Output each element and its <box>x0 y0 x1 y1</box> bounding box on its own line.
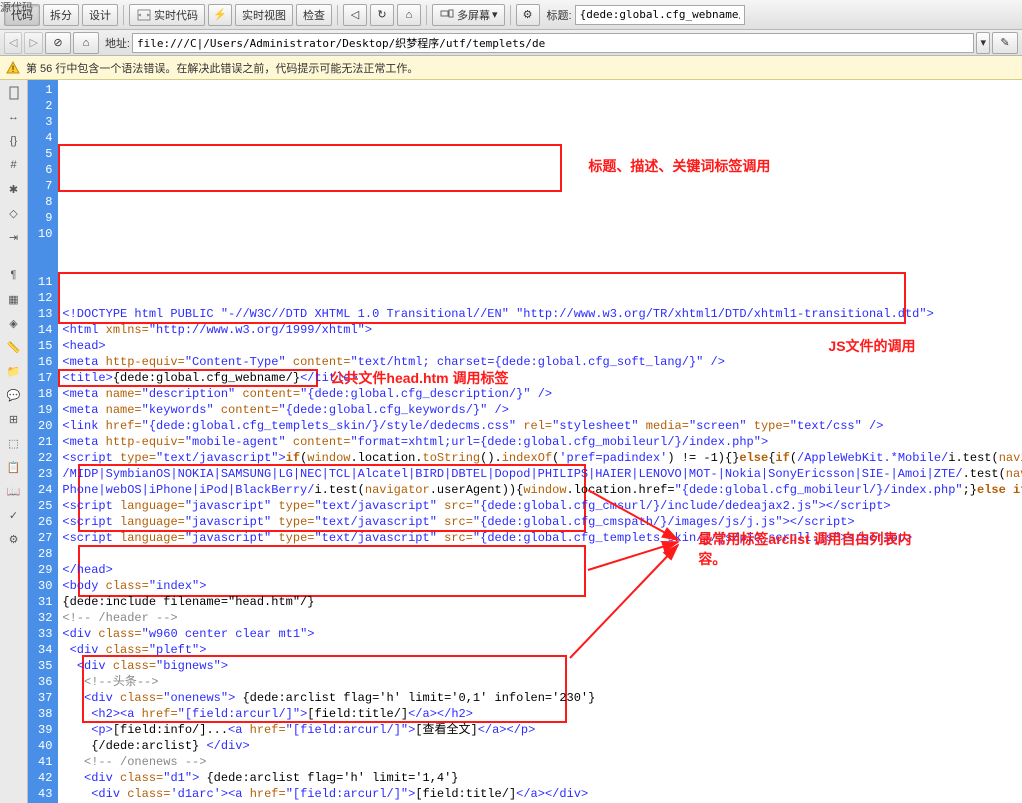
live-code-toggle[interactable]: ⚡ <box>208 4 232 26</box>
addr-dropdown[interactable]: ▾ <box>976 32 990 54</box>
css-icon[interactable]: ⬚ <box>4 434 24 452</box>
annotation-label-4: 最常用标签arclist 调用自由列表内容。 <box>698 530 918 569</box>
separator <box>123 5 124 25</box>
annotation-label-3: 公共文件head.htm 调用标签 <box>330 370 508 386</box>
wrap-icon[interactable]: ¶ <box>4 266 24 284</box>
document-title-field[interactable] <box>575 5 745 25</box>
live-code-icon <box>136 7 152 23</box>
design-view-button[interactable]: 设计 <box>82 4 118 26</box>
file-icon[interactable] <box>4 84 24 102</box>
addr-go-button[interactable]: ✎ <box>992 32 1018 54</box>
home-icon: ⌂ <box>78 35 94 51</box>
main-toolbar: 代码 拆分 设计 实时代码 ⚡ 实时视图 检查 ◁ ↻ ⌂ 多屏幕 ▾ ⚙ 标题… <box>0 0 1022 30</box>
indent-icon[interactable]: ⇥ <box>4 228 24 246</box>
options-button[interactable]: ⚙ <box>516 4 540 26</box>
hash-icon[interactable]: # <box>4 156 24 174</box>
address-label: 地址: <box>105 35 130 51</box>
nav-back-button[interactable]: ◁ <box>343 4 367 26</box>
multiscreen-icon <box>439 7 455 23</box>
annotation-label-1: 标题、描述、关键词标签调用 <box>588 158 770 174</box>
settings-icon[interactable]: ⚙ <box>4 530 24 548</box>
warning-bar: ! 第 56 行中包含一个语法错误。在解决此错误之前，代码提示可能无法正常工作。 <box>0 56 1022 80</box>
lightning-icon: ⚡ <box>212 7 228 23</box>
home-button[interactable]: ⌂ <box>397 4 421 26</box>
home-icon: ⌂ <box>401 7 417 23</box>
folder-icon[interactable]: 📁 <box>4 362 24 380</box>
home2-button[interactable]: ⌂ <box>73 32 99 54</box>
braces-icon[interactable]: {} <box>4 132 24 150</box>
annotation-label-2: JS文件的调用 <box>828 338 915 354</box>
clipboard-icon[interactable]: 📋 <box>4 458 24 476</box>
title-label: 标题: <box>547 7 572 23</box>
comment-icon[interactable]: ◈ <box>4 314 24 332</box>
back-icon: ◁ <box>347 7 363 23</box>
refresh-button[interactable]: ↻ <box>370 4 394 26</box>
nav-back2-button[interactable]: ◁ <box>4 32 22 54</box>
highlight-icon[interactable]: ▦ <box>4 290 24 308</box>
separator <box>426 5 427 25</box>
multiscreen-button[interactable]: 多屏幕 ▾ <box>432 4 505 26</box>
star-icon[interactable]: ✱ <box>4 180 24 198</box>
warning-text: 第 56 行中包含一个语法错误。在解决此错误之前，代码提示可能无法正常工作。 <box>26 60 418 76</box>
nav-fwd-button[interactable]: ▷ <box>24 32 42 54</box>
split-view-button[interactable]: 拆分 <box>43 4 79 26</box>
vertical-toolbar: ↔ {} # ✱ ◇ ⇥ ¶ ▦ ◈ 📏 📁 💬 ⊞ ⬚ 📋 📖 ✓ ⚙ <box>0 80 28 803</box>
address-bar: ◁ ▷ ⊘ ⌂ 地址: ▾ ✎ <box>0 30 1022 56</box>
separator <box>510 5 511 25</box>
pencil-icon: ✎ <box>997 35 1013 51</box>
validate-icon[interactable]: ✓ <box>4 506 24 524</box>
code-editor[interactable]: 1234567891011121314151617181920212223242… <box>28 80 1022 803</box>
collapse-icon[interactable]: ↔ <box>4 108 24 126</box>
format-icon[interactable]: ⊞ <box>4 410 24 428</box>
warning-icon: ! <box>6 61 20 75</box>
live-code-button[interactable]: 实时代码 <box>129 4 205 26</box>
book-icon[interactable]: 📖 <box>4 482 24 500</box>
annotation-box-1 <box>58 144 562 192</box>
main-area: ↔ {} # ✱ ◇ ⇥ ¶ ▦ ◈ 📏 📁 💬 ⊞ ⬚ 📋 📖 ✓ ⚙ 123… <box>0 80 1022 803</box>
gear-icon: ⚙ <box>520 7 536 23</box>
inspect-button[interactable]: 检查 <box>296 4 332 26</box>
separator <box>337 5 338 25</box>
refresh-icon: ↻ <box>374 7 390 23</box>
source-tab-label: 源代码 <box>0 0 33 15</box>
stop-button[interactable]: ⊘ <box>45 32 71 54</box>
live-view-button[interactable]: 实时视图 <box>235 4 293 26</box>
ruler-icon[interactable]: 📏 <box>4 338 24 356</box>
line-numbers: 1234567891011121314151617181920212223242… <box>28 80 58 803</box>
address-field[interactable] <box>132 33 974 53</box>
tag-icon[interactable]: ◇ <box>4 204 24 222</box>
svg-text:!: ! <box>12 64 15 74</box>
code-content[interactable]: 标题、描述、关键词标签调用 JS文件的调用 公共文件head.htm 调用标签 … <box>58 80 1022 803</box>
chat-icon[interactable]: 💬 <box>4 386 24 404</box>
stop-icon: ⊘ <box>50 35 66 51</box>
